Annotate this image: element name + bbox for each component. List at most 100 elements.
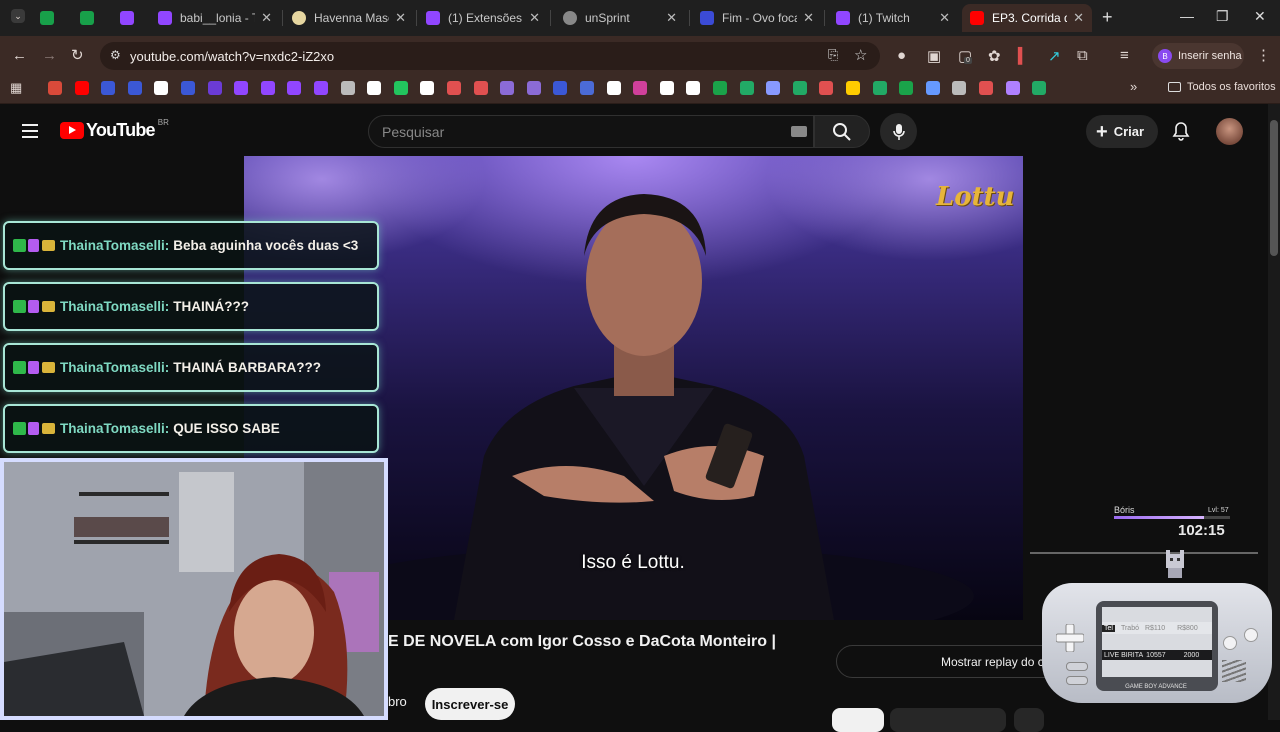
reading-list-icon[interactable]: ≡ [1120,47,1129,64]
bookmark-icon[interactable] [686,81,701,95]
site-info-icon[interactable]: ⚙ [110,48,121,62]
search-icon [833,122,851,141]
bookmark-icon[interactable] [234,81,249,95]
bookmark-icon[interactable] [181,81,195,95]
extension-icon[interactable]: ▣ [927,47,941,65]
bookmark-icon[interactable] [340,81,355,95]
tab-6[interactable]: unSprint ✕ [555,4,685,32]
bookmark-icon[interactable] [846,81,860,95]
close-tab-icon[interactable]: ✕ [666,10,677,26]
bookmark-icon[interactable] [553,81,568,95]
bookmark-icon[interactable] [473,81,488,95]
bookmark-icon[interactable] [420,81,435,95]
subscribe-button[interactable]: Inscrever-se [425,688,515,720]
search-button[interactable] [814,115,870,148]
extension-icon[interactable]: ↗ [1048,47,1061,65]
tab-4[interactable]: Havenna Mascar ✕ [284,4,414,32]
bookmarks-overflow-icon[interactable]: » [1130,79,1137,94]
bookmark-icon[interactable] [713,81,727,95]
extension-icon[interactable]: ✿ [988,47,1001,65]
chat-replay-button[interactable]: Mostrar replay do c [836,645,1066,678]
tab-0[interactable] [32,4,68,32]
password-button[interactable]: B Inserir senha [1152,43,1244,69]
close-tab-icon[interactable]: ✕ [1073,10,1084,26]
tab-7[interactable]: Fim - Ovo foca ✕ [692,4,822,32]
hamburger-menu-icon[interactable] [22,124,38,138]
bookmark-icon[interactable] [500,81,515,95]
notifications-bell-icon[interactable] [1172,121,1190,146]
minimize-icon[interactable]: — [1180,8,1194,24]
bookmark-icon[interactable] [792,81,807,95]
bookmark-icon[interactable] [899,81,914,95]
voice-search-button[interactable] [880,113,917,150]
tab-3[interactable]: babi__lonia - Twit ✕ [150,4,280,32]
bookmark-icon[interactable] [447,81,461,95]
extension-icon[interactable]: ▢0 [958,47,972,65]
bookmark-icon[interactable] [633,81,648,95]
close-tab-icon[interactable]: ✕ [939,10,950,26]
create-button[interactable]: + Criar [1086,115,1158,148]
lcd-item: Trabó [1120,624,1139,632]
bookmark-icon[interactable] [526,81,541,95]
new-tab-icon[interactable]: + [1102,7,1113,28]
tab-5[interactable]: (1) Extensões - Tw ✕ [418,4,548,32]
bookmark-icon[interactable] [74,81,89,95]
extensions-puzzle-icon[interactable]: ⧉ [1077,47,1088,64]
menu-dots-icon[interactable]: ⋮ [1256,46,1271,64]
bookmark-icon[interactable] [1032,81,1047,95]
bookmarks-folder[interactable]: Todos os favoritos [1168,81,1276,93]
close-tab-icon[interactable]: ✕ [529,10,540,26]
bookmark-icon[interactable] [207,81,222,95]
bookmark-icon[interactable] [127,81,142,95]
bookmark-icon[interactable] [314,81,328,95]
bookmark-icon[interactable] [872,81,887,95]
site-icon [292,11,306,25]
bookmark-icon[interactable] [766,81,781,95]
address-bar[interactable]: ⚙ youtube.com/watch?v=nxdc2-iZ2xo ⎘ ☆ [100,42,880,70]
tab-2[interactable] [112,4,148,32]
maximize-icon[interactable]: ❐ [1216,8,1229,25]
sub-badge-icon [28,300,39,313]
extension-icon[interactable]: ▍ [1018,47,1030,65]
join-button[interactable]: bro [388,694,407,709]
bookmark-icon[interactable] [952,81,967,95]
bookmark-icon[interactable] [659,81,674,95]
apps-grid-icon[interactable]: ▦ [10,80,22,96]
bookmark-icon[interactable] [606,81,621,95]
filter-chip[interactable] [832,708,884,732]
bookmark-icon[interactable] [739,81,754,95]
filter-chip[interactable] [890,708,1006,732]
bookmark-icon[interactable] [580,81,594,95]
extension-icon[interactable]: ● [897,47,906,64]
bookmark-icon[interactable] [1005,81,1020,95]
close-tab-icon[interactable]: ✕ [261,10,272,26]
bookmark-icon[interactable] [260,81,275,95]
back-icon[interactable]: ← [12,47,27,64]
bookmark-icon[interactable] [819,81,834,95]
close-tab-icon[interactable]: ✕ [395,10,406,26]
bookmark-icon[interactable] [925,81,940,95]
youtube-logo[interactable]: YouTube BR [60,118,169,141]
bookmark-star-icon[interactable]: ☆ [854,46,867,64]
forward-icon[interactable]: → [42,47,57,64]
tab-1[interactable] [72,4,108,32]
bookmark-icon[interactable] [979,81,993,95]
avatar[interactable] [1216,118,1243,145]
bookmark-icon[interactable] [101,81,116,95]
tab-9-active[interactable]: EP3. Corrida das ✕ [962,4,1092,32]
search-input[interactable]: Pesquisar [368,115,814,148]
tab-8[interactable]: (1) Twitch ✕ [828,4,958,32]
bookmark-icon[interactable] [367,81,382,95]
bookmark-icon[interactable] [154,81,169,95]
scrollbar-thumb[interactable] [1270,120,1278,256]
bookmark-icon[interactable] [48,81,62,95]
keyboard-icon[interactable] [791,126,807,137]
filter-chip[interactable] [1014,708,1044,732]
close-window-icon[interactable]: ✕ [1254,8,1266,25]
bookmark-icon[interactable] [393,81,408,95]
install-app-icon[interactable]: ⎘ [828,47,838,63]
reload-icon[interactable]: ↻ [71,46,84,64]
tab-search-icon[interactable]: ⌄ [11,9,25,23]
bookmark-icon[interactable] [287,81,302,95]
close-tab-icon[interactable]: ✕ [803,10,814,26]
